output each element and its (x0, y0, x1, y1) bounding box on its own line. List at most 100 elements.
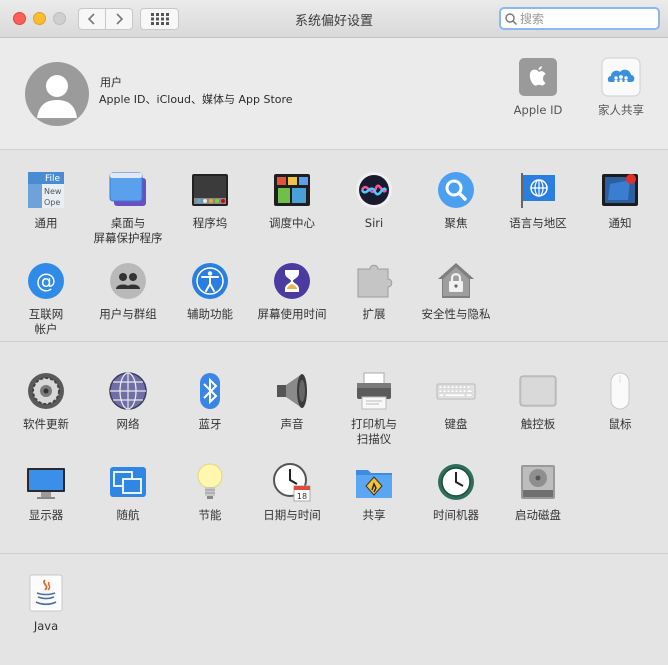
pane-notifications[interactable]: 通知 (580, 170, 660, 231)
pane-apple-id[interactable]: Apple ID (498, 57, 578, 118)
siri-icon (354, 170, 394, 210)
pane-screen-time[interactable]: 屏幕使用时间 (252, 261, 332, 322)
pane-language[interactable]: 语言与地区 (498, 170, 578, 231)
family-sharing-icon (601, 57, 641, 97)
general-icon-text-2: New (44, 187, 62, 196)
pane-label: 日期与时间 (263, 508, 321, 522)
pane-time-machine[interactable]: 时间机器 (416, 462, 496, 523)
pane-label: 桌面与 屏幕保护程序 (93, 216, 163, 245)
pane-energy-saver[interactable]: 节能 (170, 462, 250, 523)
pane-java[interactable]: Java (6, 573, 86, 634)
pane-spotlight[interactable]: 聚焦 (416, 170, 496, 231)
search-field[interactable] (499, 7, 660, 30)
pane-date-time[interactable]: 18 日期与时间 (252, 462, 332, 523)
user-name: 用户 (100, 76, 122, 89)
pane-family-sharing[interactable]: 家人共享 (581, 57, 661, 118)
pane-accessibility[interactable]: 辅助功能 (170, 261, 250, 322)
general-icon: File New Ope (26, 170, 66, 210)
apple-id-icon (518, 57, 558, 97)
hardware-section: 软件更新 网络 蓝牙 声音 打印机与 扫描仪 键盘 触控板 鼠标 显示器 随航 … (0, 342, 668, 554)
dock-icon (190, 170, 230, 210)
general-icon-text-1: File (45, 174, 61, 184)
internet-accounts-icon: @ (26, 261, 66, 301)
startup-disk-icon (518, 462, 558, 502)
pane-bluetooth[interactable]: 蓝牙 (170, 371, 250, 432)
notifications-icon (600, 170, 640, 210)
pane-mission-control[interactable]: 调度中心 (252, 170, 332, 231)
sharing-icon (354, 462, 394, 502)
pane-sidecar[interactable]: 随航 (88, 462, 168, 523)
screen-time-icon (272, 261, 312, 301)
pane-sharing[interactable]: 共享 (334, 462, 414, 523)
pane-security[interactable]: 安全性与隐私 (416, 261, 496, 322)
pane-label: 声音 (280, 417, 304, 431)
pane-general[interactable]: File New Ope 通用 (6, 170, 86, 231)
pane-label: 互联网 帐户 (28, 307, 64, 336)
pane-mouse[interactable]: 鼠标 (580, 371, 660, 432)
time-machine-icon (436, 462, 476, 502)
pane-label: 安全性与隐私 (421, 307, 491, 321)
search-icon (505, 12, 517, 25)
pane-software-update[interactable]: 软件更新 (6, 371, 86, 432)
account-subtitle: Apple ID、iCloud、媒体与 App Store (99, 93, 293, 106)
pane-dock[interactable]: 程序坞 (170, 170, 250, 231)
calendar-day: 18 (297, 492, 307, 501)
other-section: Java (0, 554, 668, 665)
personal-section: File New Ope 通用 桌面与 屏幕保护程序 程序坞 调度中心 Siri… (0, 150, 668, 342)
general-icon-text-3: Ope (44, 198, 60, 207)
pane-label: Java (33, 619, 59, 633)
date-time-icon: 18 (272, 462, 312, 502)
pane-printers[interactable]: 打印机与 扫描仪 (334, 371, 414, 447)
pane-label: 蓝牙 (198, 417, 222, 431)
network-icon (108, 371, 148, 411)
desktop-icon (108, 170, 148, 210)
pane-internet-accounts[interactable]: @ 互联网 帐户 (6, 261, 86, 337)
pane-label: 共享 (362, 508, 386, 522)
account-section: 用户 Apple ID、iCloud、媒体与 App Store Apple I… (0, 39, 668, 150)
pane-label: 打印机与 扫描仪 (351, 417, 397, 446)
trackpad-icon (518, 371, 558, 411)
pane-label: 启动磁盘 (515, 508, 561, 522)
mouse-icon (600, 371, 640, 411)
pane-keyboard[interactable]: 键盘 (416, 371, 496, 432)
pane-displays[interactable]: 显示器 (6, 462, 86, 523)
software-update-icon (26, 371, 66, 411)
pane-label: 程序坞 (192, 216, 228, 230)
pane-network[interactable]: 网络 (88, 371, 168, 432)
printer-icon (354, 371, 394, 411)
pane-label: 通用 (34, 216, 58, 230)
pane-sound[interactable]: 声音 (252, 371, 332, 432)
java-icon (26, 573, 66, 613)
pane-label: 节能 (198, 508, 222, 522)
users-groups-icon (108, 261, 148, 301)
security-icon (436, 261, 476, 301)
displays-icon (26, 462, 66, 502)
pane-label: 聚焦 (444, 216, 468, 230)
title-bar: 系统偏好设置 (0, 0, 668, 38)
pane-desktop[interactable]: 桌面与 屏幕保护程序 (88, 170, 168, 246)
mission-control-icon (272, 170, 312, 210)
pane-startup-disk[interactable]: 启动磁盘 (498, 462, 578, 523)
pane-label: 软件更新 (23, 417, 69, 431)
bluetooth-icon (190, 371, 230, 411)
language-icon (518, 170, 558, 210)
pane-label: 键盘 (444, 417, 468, 431)
pane-extensions[interactable]: 扩展 (334, 261, 414, 322)
pane-label: 触控板 (520, 417, 556, 431)
pane-label: 显示器 (28, 508, 64, 522)
pane-siri[interactable]: Siri (334, 170, 414, 231)
pane-users-groups[interactable]: 用户与群组 (88, 261, 168, 322)
energy-saver-icon (190, 462, 230, 502)
sidecar-icon (108, 462, 148, 502)
avatar[interactable] (25, 62, 89, 126)
pane-label: 通知 (608, 216, 632, 230)
pane-trackpad[interactable]: 触控板 (498, 371, 578, 432)
pane-label: 辅助功能 (187, 307, 233, 321)
pane-label: 用户与群组 (99, 307, 157, 321)
search-input[interactable] (520, 11, 650, 26)
pane-label: 调度中心 (269, 216, 315, 230)
extensions-icon (354, 261, 394, 301)
spotlight-icon (436, 170, 476, 210)
pane-label: 屏幕使用时间 (257, 307, 327, 321)
pane-label: 随航 (116, 508, 140, 522)
